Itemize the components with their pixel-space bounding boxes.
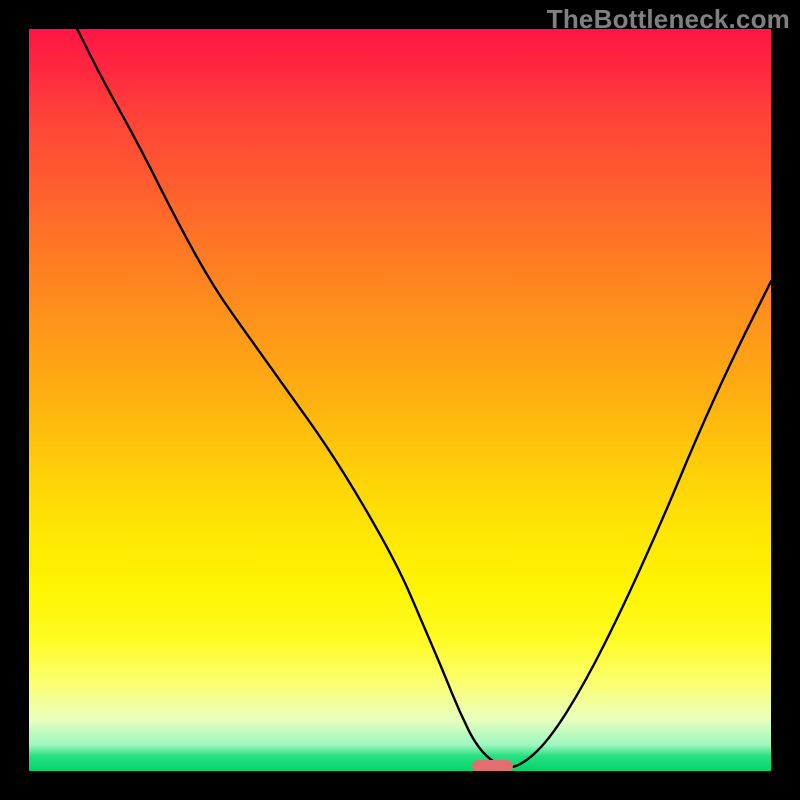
watermark-text: TheBottleneck.com <box>547 4 790 35</box>
bottleneck-curve <box>29 29 771 771</box>
plot-area <box>29 29 771 771</box>
chart-frame: TheBottleneck.com <box>0 0 800 800</box>
optimal-marker <box>472 760 513 771</box>
